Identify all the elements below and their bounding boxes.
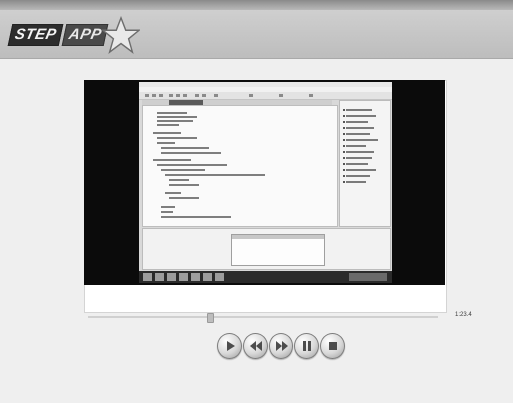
fast-forward-icon — [275, 341, 288, 351]
time-display: 1:23.4 — [455, 312, 472, 318]
rewind-button[interactable] — [242, 333, 268, 359]
seek-thumb[interactable] — [207, 313, 214, 323]
seek-track[interactable] — [88, 316, 438, 318]
pause-icon — [303, 341, 312, 351]
stop-icon — [329, 342, 338, 350]
window-titlebar — [0, 0, 513, 10]
seek-bar[interactable] — [84, 313, 445, 323]
app-logo: STEP APP — [7, 16, 140, 54]
pause-button[interactable] — [294, 333, 320, 359]
play-icon — [227, 341, 235, 351]
star-icon — [102, 16, 140, 54]
stop-button[interactable] — [320, 333, 345, 359]
app-header: STEP APP — [0, 10, 513, 59]
logo-step-text: STEP — [7, 24, 64, 46]
fast-forward-button[interactable] — [268, 333, 294, 359]
recorded-taskbar — [139, 271, 392, 283]
recorded-dialog — [231, 234, 325, 266]
video-frame-content — [139, 82, 392, 283]
app-window: STEP APP 1:23.4 — [0, 0, 513, 403]
recorded-toolbar — [139, 92, 392, 100]
recorded-code-editor — [142, 105, 338, 227]
rewind-icon — [249, 341, 262, 351]
recorded-solution-explorer — [339, 100, 391, 227]
playback-controls — [217, 333, 345, 359]
play-button[interactable] — [217, 333, 242, 359]
